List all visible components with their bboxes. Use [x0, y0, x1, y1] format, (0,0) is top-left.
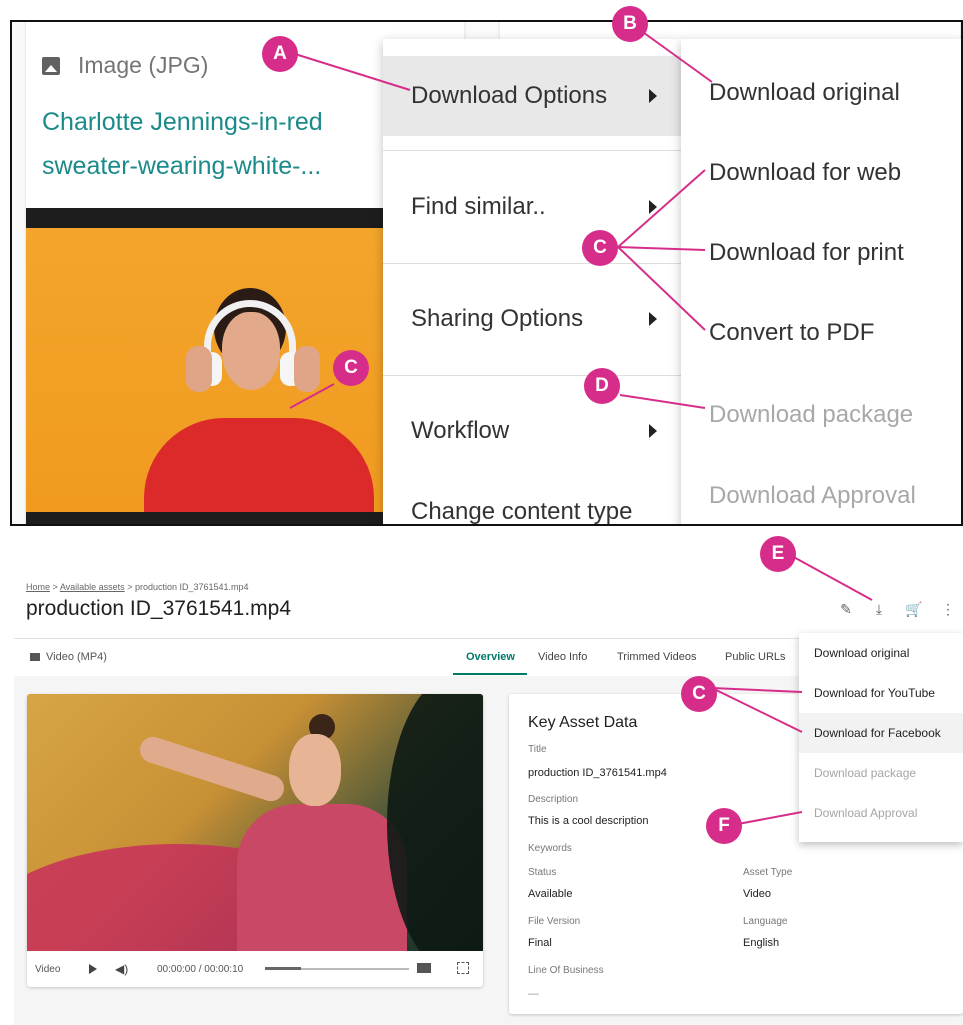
menu-item-label: Find similar..: [411, 193, 546, 220]
download-package-item: Download package: [814, 766, 917, 780]
description-value: This is a cool description: [528, 815, 649, 827]
video-controls: Video ◀) 00:00:00 / 00:00:10: [27, 951, 483, 987]
tab-overview[interactable]: Overview: [466, 651, 515, 663]
play-icon[interactable]: [89, 964, 97, 974]
callout-c: C: [681, 676, 717, 712]
image-icon: [42, 56, 60, 75]
chevron-right-icon: [649, 200, 657, 214]
breadcrumb-separator: >: [127, 582, 133, 592]
menu-item-label: Workflow: [411, 417, 510, 444]
menu-item-find-similar[interactable]: Find similar..: [383, 159, 681, 255]
asset-type-label: Image (JPG): [78, 52, 209, 78]
breadcrumb: Home > Available assets > production ID_…: [26, 582, 249, 592]
title-value: production ID_3761541.mp4: [528, 767, 667, 779]
callout-c: C: [582, 230, 618, 266]
submenu-download-original[interactable]: Download original: [709, 79, 900, 107]
description-label: Description: [528, 794, 579, 805]
file-version-label: File Version: [528, 916, 581, 927]
tab-video-info[interactable]: Video Info: [538, 651, 587, 663]
asset-name-line2[interactable]: sweater-wearing-white-...: [42, 144, 442, 188]
download-original-item[interactable]: Download original: [799, 633, 963, 673]
keywords-label: Keywords: [528, 843, 572, 854]
asset-type-label: Video (MP4): [46, 651, 107, 663]
submenu-download-for-print[interactable]: Download for print: [709, 239, 904, 267]
status-value: Available: [528, 888, 573, 900]
asset-type-field-value: Video: [743, 888, 771, 900]
menu-item-sharing-options[interactable]: Sharing Options: [383, 271, 681, 367]
edit-icon[interactable]: ✎: [838, 601, 854, 617]
video-label: Video: [35, 963, 61, 975]
download-icon[interactable]: ⤓: [871, 601, 887, 617]
page-title: production ID_3761541.mp4: [26, 597, 292, 620]
video-icon: [30, 653, 40, 661]
menu-item-label: Change content type: [411, 498, 633, 525]
status-label: Status: [528, 867, 557, 878]
file-version-value: Final: [528, 937, 552, 949]
menu-item-label: Sharing Options: [411, 305, 584, 332]
callout-d: D: [584, 368, 620, 404]
fullscreen-icon[interactable]: [457, 962, 469, 974]
title-label: Title: [528, 744, 547, 755]
video-time: 00:00:00 / 00:00:10: [157, 963, 244, 975]
submenu-download-package: Download package: [709, 401, 914, 428]
breadcrumb-available-assets[interactable]: Available assets: [60, 582, 125, 592]
menu-item-label: Download Options: [411, 82, 608, 109]
video-player[interactable]: Video ◀) 00:00:00 / 00:00:10: [27, 694, 483, 987]
volume-icon[interactable]: ◀): [115, 962, 128, 976]
breadcrumb-current: production ID_3761541.mp4: [134, 582, 249, 592]
tab-trimmed-videos[interactable]: Trimmed Videos: [617, 651, 696, 663]
context-menu: Download Options Find similar.. Sharing …: [383, 39, 681, 525]
zoomed-context-menu-panel: Image (JPG) Charlotte Jennings-in-red sw…: [10, 20, 963, 526]
video-frame[interactable]: [27, 694, 483, 951]
callout-b: B: [612, 6, 648, 42]
menu-item-download-options[interactable]: Download Options: [383, 56, 681, 136]
captions-icon[interactable]: [417, 963, 431, 973]
add-to-cart-icon[interactable]: 🛒: [905, 601, 922, 617]
download-options-submenu: Download original Download for web Downl…: [681, 39, 961, 524]
submenu-download-for-web[interactable]: Download for web: [709, 159, 901, 187]
submenu-download-approval: Download Approval: [709, 482, 916, 509]
language-value: English: [743, 937, 780, 949]
download-for-facebook-item[interactable]: Download for Facebook: [799, 713, 963, 753]
seek-bar-progress: [265, 967, 301, 970]
chevron-right-icon: [649, 424, 657, 438]
asset-type-row: Video (MP4): [30, 651, 107, 663]
language-label: Language: [743, 916, 788, 927]
key-asset-data-heading: Key Asset Data: [528, 714, 638, 731]
callout-f: F: [706, 808, 742, 844]
asset-type-row: Image (JPG): [42, 52, 208, 79]
asset-name-link[interactable]: Charlotte Jennings-in-red sweater-wearin…: [42, 100, 442, 188]
line-of-business-value: —: [528, 988, 539, 1000]
callout-c: C: [333, 350, 369, 386]
breadcrumb-home[interactable]: Home: [26, 582, 50, 592]
chevron-right-icon: [649, 312, 657, 326]
menu-item-change-content-type[interactable]: Change content type: [383, 464, 681, 525]
more-vert-icon[interactable]: ⋮: [940, 601, 956, 617]
callout-a: A: [262, 36, 298, 72]
download-for-youtube-item[interactable]: Download for YouTube: [799, 673, 963, 713]
submenu-convert-to-pdf[interactable]: Convert to PDF: [709, 319, 874, 347]
download-approval-item: Download Approval: [814, 806, 918, 820]
asset-name-line1[interactable]: Charlotte Jennings-in-red: [42, 100, 442, 144]
active-tab-indicator: [453, 673, 527, 675]
asset-type-field-label: Asset Type: [743, 867, 793, 878]
breadcrumb-separator: >: [52, 582, 58, 592]
tab-public-urls[interactable]: Public URLs: [725, 651, 786, 663]
line-of-business-label: Line Of Business: [528, 965, 604, 976]
callout-e: E: [760, 536, 796, 572]
download-menu: Download original Download for YouTube D…: [799, 633, 963, 842]
chevron-right-icon: [649, 89, 657, 103]
